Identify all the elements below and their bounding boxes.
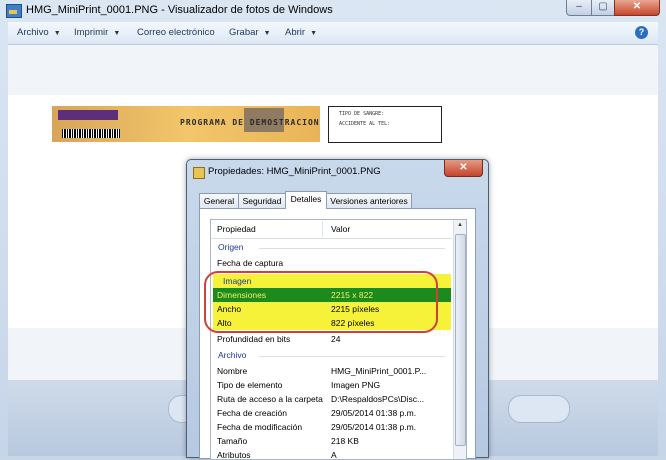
property-value: Imagen PNG [331, 380, 381, 390]
property-name: Dimensiones [217, 290, 267, 300]
property-name: Profundidad en bits [217, 334, 291, 344]
photo-viewer-icon [6, 4, 22, 18]
menu-correo[interactable]: Correo electrónico [137, 27, 215, 38]
title-bar[interactable]: HMG_MiniPrint_0001.PNG - Visualizador de… [0, 0, 666, 22]
menu-bar: Archivo ▼ Imprimir ▼ Correo electrónico Gr… [8, 22, 658, 45]
property-name: Fecha de captura [217, 258, 284, 268]
file-icon [193, 167, 205, 179]
menu-abrir[interactable]: Abrir ▼ [285, 27, 317, 38]
table-row[interactable]: Ancho 2215 píxeles [213, 302, 451, 316]
viewport-top-band [8, 45, 658, 95]
window-title: HMG_MiniPrint_0001.PNG - Visualizador de… [26, 4, 333, 16]
barcode [62, 129, 120, 138]
properties-list[interactable]: Propiedad Valor Origen Fecha de captura … [210, 219, 467, 460]
menu-grabar-label: Grabar [229, 27, 259, 38]
close-button[interactable]: ✕ [614, 0, 660, 16]
property-value: 2215 píxeles [331, 304, 380, 314]
card-emergency-label: ACCIDENTE AL TEL: [339, 121, 391, 127]
table-row[interactable]: Fecha de captura [213, 256, 451, 270]
table-row: Imagen [213, 274, 451, 288]
properties-dialog: Propiedades: HMG_MiniPrint_0001.PNG ✕ Ge… [186, 159, 489, 460]
table-row[interactable]: Alto 822 píxeles [213, 316, 451, 330]
displayed-image: PROGRAMA DE DEMOSTRACION TIPO DE SANGRE:… [50, 105, 442, 143]
property-value: 24 [331, 334, 341, 344]
card-blood-type-label: TIPO DE SANGRE: [339, 111, 385, 117]
help-icon[interactable]: ? [635, 26, 648, 39]
details-panel: Propiedad Valor Origen Fecha de captura … [199, 208, 476, 460]
table-row[interactable]: Tipo de elemento Imagen PNG [213, 378, 451, 392]
property-name: Fecha de modificación [217, 422, 303, 432]
table-row[interactable]: Fecha de modificación 29/05/2014 01:38 p… [213, 420, 451, 434]
menu-archivo[interactable]: Archivo ▼ [17, 27, 61, 38]
chevron-down-icon: ▼ [310, 30, 317, 37]
column-valor[interactable]: Valor [331, 224, 350, 234]
menu-correo-label: Correo electrónico [137, 27, 215, 38]
table-row[interactable]: Profundidad en bits 24 [213, 332, 451, 346]
menu-abrir-label: Abrir [285, 27, 306, 38]
menu-imprimir[interactable]: Imprimir ▼ [74, 27, 120, 38]
card-logo [58, 110, 118, 120]
property-name: Tamaño [217, 436, 248, 446]
property-value: 2215 x 822 [331, 290, 374, 300]
property-name: Nombre [217, 366, 248, 376]
id-card-back: TIPO DE SANGRE: ACCIDENTE AL TEL: [328, 106, 442, 143]
property-name: Tipo de elemento [217, 380, 283, 390]
table-row-selected[interactable]: Dimensiones 2215 x 822 [213, 288, 451, 302]
minimize-button[interactable]: – [566, 0, 592, 16]
vertical-scrollbar[interactable]: ▲ [453, 220, 466, 459]
property-name: Ruta de acceso a la carpeta [217, 394, 323, 404]
property-value: D:\RespaldosPCs\Disc... [331, 394, 425, 404]
scroll-up-arrow-icon[interactable]: ▲ [454, 220, 466, 231]
group-imagen: Imagen [223, 276, 252, 286]
property-name: Alto [217, 318, 232, 328]
next-button[interactable] [508, 395, 570, 423]
menu-grabar[interactable]: Grabar ▼ [229, 27, 271, 38]
tab-general[interactable]: General [199, 193, 239, 208]
dialog-title: Propiedades: HMG_MiniPrint_0001.PNG [208, 166, 381, 177]
menu-imprimir-label: Imprimir [74, 27, 109, 38]
group-divider [259, 248, 445, 249]
scroll-thumb[interactable] [455, 234, 466, 446]
property-value: 29/05/2014 01:38 p.m. [331, 422, 417, 432]
tab-versiones-anteriores[interactable]: Versiones anteriores [326, 193, 412, 208]
group-origen: Origen [218, 242, 244, 252]
group-archivo: Archivo [218, 350, 247, 360]
column-propiedad[interactable]: Propiedad [217, 224, 256, 234]
table-row[interactable]: Fecha de creación 29/05/2014 01:38 p.m. [213, 406, 451, 420]
table-row[interactable]: Tamaño 218 KB [213, 434, 451, 448]
maximize-button[interactable]: ▢ [591, 0, 615, 16]
property-name: Fecha de creación [217, 408, 287, 418]
list-header: Propiedad Valor [211, 220, 452, 239]
tab-seguridad[interactable]: Seguridad [238, 193, 286, 208]
table-row[interactable]: Ruta de acceso a la carpeta D:\Respaldos… [213, 392, 451, 406]
property-value: HMG_MiniPrint_0001.P... [331, 366, 427, 376]
property-value: A [331, 450, 337, 460]
tab-detalles[interactable]: Detalles [285, 191, 327, 209]
table-row[interactable]: Nombre HMG_MiniPrint_0001.P... [213, 364, 451, 378]
property-name: Ancho [217, 304, 242, 314]
property-value: 218 KB [331, 436, 359, 446]
table-row[interactable]: Atributos A [213, 448, 451, 460]
chevron-down-icon: ▼ [113, 30, 121, 37]
property-name: Atributos [217, 450, 251, 460]
menu-archivo-label: Archivo [17, 27, 49, 38]
id-card-front: PROGRAMA DE DEMOSTRACION [52, 106, 320, 142]
chevron-down-icon: ▼ [53, 30, 61, 37]
chevron-down-icon: ▼ [263, 30, 271, 37]
column-divider[interactable] [322, 221, 323, 237]
property-value: 29/05/2014 01:38 p.m. [331, 408, 417, 418]
dialog-close-button[interactable]: ✕ [444, 160, 483, 177]
group-divider [259, 356, 445, 357]
property-value: 822 píxeles [331, 318, 375, 328]
card-program-text: PROGRAMA DE DEMOSTRACION [180, 118, 320, 127]
